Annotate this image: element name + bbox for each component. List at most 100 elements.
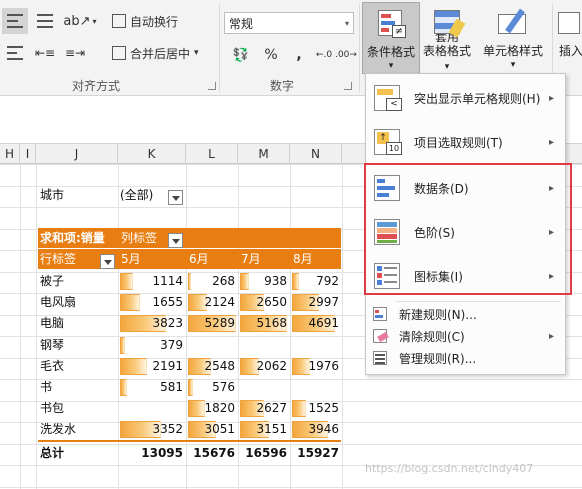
number-group-label: 数字: [270, 79, 295, 93]
orientation-button[interactable]: ab↗ ▾: [62, 8, 98, 34]
row-label: 书包: [40, 401, 65, 416]
filter-dropdown-button[interactable]: [168, 187, 183, 207]
value-cell[interactable]: 268: [186, 271, 238, 291]
menu-item-clear-rules[interactable]: 清除规则(C) ▸: [367, 325, 564, 347]
merge-dropdown-arrow: ▾: [194, 48, 199, 58]
menu-label: 突出显示单元格规则(H): [414, 91, 541, 106]
currency-icon: 💱: [232, 47, 250, 63]
value-cell[interactable]: 1820: [186, 398, 238, 418]
value-cell[interactable]: 4691: [290, 313, 342, 333]
value-cell[interactable]: 576: [186, 377, 238, 397]
value-cell[interactable]: 2997: [290, 292, 342, 312]
currency-button[interactable]: 💱: [224, 44, 258, 66]
month-header: 5月: [121, 252, 141, 266]
wrap-text-button[interactable]: 自动换行: [112, 8, 212, 34]
alignment-launcher-icon[interactable]: [208, 82, 216, 90]
format-as-table-button[interactable]: 套用 表格格式▾: [422, 2, 472, 74]
total-label: 总计: [40, 446, 65, 460]
increase-indent-button[interactable]: ≡⇥: [62, 40, 88, 66]
column-header[interactable]: J: [36, 144, 118, 164]
filter-value: (全部): [120, 188, 154, 202]
value-cell[interactable]: 3151: [238, 419, 290, 439]
value-cell[interactable]: 3946: [290, 419, 342, 439]
conditional-format-label: 条件格式: [366, 45, 415, 59]
column-header[interactable]: K: [118, 144, 186, 164]
menu-item-highlight-rules[interactable]: < 突出显示单元格规则(H) ▸: [367, 76, 564, 120]
column-header[interactable]: H: [0, 144, 20, 164]
value-cell[interactable]: 1655: [118, 292, 186, 312]
orientation-icon: ab↗: [63, 13, 91, 29]
wrap-text-icon: [112, 14, 126, 28]
group-separator: [359, 4, 360, 92]
manage-rules-icon: [373, 350, 389, 366]
chevron-down-icon: [168, 190, 183, 205]
total-cell: 13095: [141, 446, 183, 460]
group-separator: [219, 4, 220, 92]
decrease-indent-button[interactable]: ⇤≡: [32, 40, 58, 66]
align-left-icon: [7, 46, 23, 60]
value-cell[interactable]: 581: [118, 377, 186, 397]
eraser-icon: [373, 328, 389, 344]
comma-button[interactable]: ,: [288, 44, 310, 66]
value-cell[interactable]: 3051: [186, 419, 238, 439]
number-launcher-icon[interactable]: [344, 82, 352, 90]
value-cell[interactable]: 3352: [118, 419, 186, 439]
value-cell[interactable]: 1114: [118, 271, 186, 291]
align-middle-button[interactable]: [32, 8, 58, 34]
value-cell[interactable]: 1976: [290, 356, 342, 376]
column-header[interactable]: N: [290, 144, 342, 164]
value-cell[interactable]: 2548: [186, 356, 238, 376]
insert-button[interactable]: 插入: [556, 2, 582, 74]
row-label: 洗发水: [40, 422, 77, 437]
value-field-header: 求和项:销量: [40, 231, 105, 245]
number-format-value: 常规: [229, 16, 254, 31]
decrease-decimal-icon: .00→: [335, 50, 357, 60]
value-cell[interactable]: 2062: [238, 356, 290, 376]
column-header[interactable]: I: [20, 144, 36, 164]
total-cell: 15927: [297, 446, 339, 460]
row-labels-filter-button[interactable]: [100, 251, 115, 271]
menu-label: 管理规则(R)...: [399, 351, 477, 366]
conditional-format-button[interactable]: ≠ 条件格式 ▾: [362, 2, 420, 74]
menu-item-new-rule[interactable]: 新建规则(N)...: [367, 303, 564, 325]
decrease-decimal-button[interactable]: .00→: [335, 44, 357, 66]
row-label: 被子: [40, 274, 65, 288]
value-cell[interactable]: 2650: [238, 292, 290, 312]
value-cell[interactable]: 938: [238, 271, 290, 291]
submenu-arrow-icon: ▸: [548, 136, 554, 148]
column-header[interactable]: L: [186, 144, 238, 164]
new-rule-icon: [373, 306, 389, 322]
menu-item-top-bottom-rules[interactable]: ↑ 10 项目选取规则(T) ▸: [367, 120, 564, 164]
number-format-select[interactable]: 常规 ▾: [224, 12, 354, 34]
top-bottom-icon: ↑ 10: [374, 127, 404, 157]
value-cell[interactable]: 5168: [238, 313, 290, 333]
column-labels-header: 列标签: [121, 231, 158, 245]
menu-label: 新建规则(N)...: [399, 307, 477, 322]
merge-center-button[interactable]: 合并后居中 ▾: [112, 40, 216, 66]
value-cell[interactable]: 2627: [238, 398, 290, 418]
increase-decimal-icon: ←.0: [315, 50, 333, 60]
menu-item-manage-rules[interactable]: 管理规则(R)...: [367, 347, 564, 369]
total-cell: 15676: [193, 446, 235, 460]
column-labels-filter-button[interactable]: [168, 230, 183, 250]
increase-decimal-button[interactable]: ←.0: [314, 44, 334, 66]
value-cell[interactable]: 3823: [118, 313, 186, 333]
filter-label: 城市: [40, 188, 65, 202]
align-left-button[interactable]: [2, 40, 28, 66]
value-cell[interactable]: 792: [290, 271, 342, 291]
value-cell[interactable]: 5289: [186, 313, 238, 333]
column-header[interactable]: M: [238, 144, 290, 164]
value-cell[interactable]: 1525: [290, 398, 342, 418]
row-label: 电风扇: [40, 295, 77, 310]
value-cell[interactable]: 2191: [118, 356, 186, 376]
percent-button[interactable]: %: [260, 44, 282, 66]
cell-styles-button[interactable]: 单元格样式 ▾: [478, 2, 548, 74]
month-header: 7月: [241, 252, 261, 266]
cell-styles-label: 单元格样式: [482, 44, 543, 58]
value-cell[interactable]: 379: [118, 335, 186, 355]
chevron-down-icon: [100, 254, 115, 269]
value-cell[interactable]: 2124: [186, 292, 238, 312]
align-top-button[interactable]: [2, 8, 28, 34]
decrease-indent-icon: ⇤≡: [34, 46, 56, 60]
row-label: 书: [40, 380, 53, 394]
